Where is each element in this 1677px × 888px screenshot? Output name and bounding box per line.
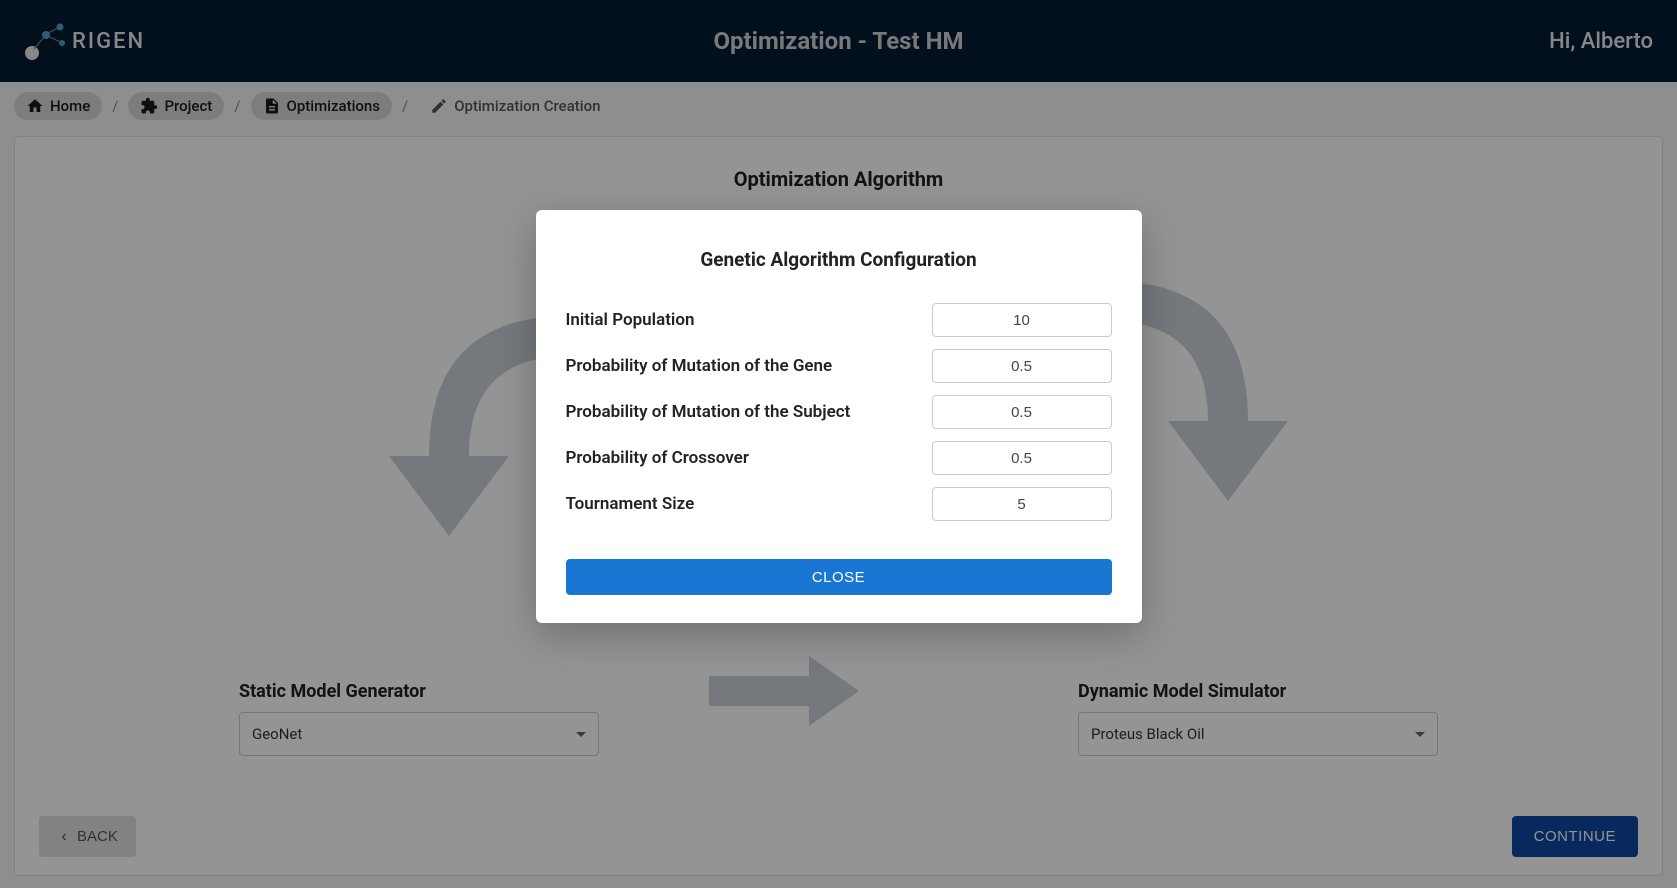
mutation-gene-input[interactable] xyxy=(932,349,1112,383)
field-mutation-gene: Probability of Mutation of the Gene xyxy=(566,349,1112,383)
field-label: Initial Population xyxy=(566,310,695,330)
modal-overlay[interactable]: Genetic Algorithm Configuration Initial … xyxy=(0,0,1677,888)
field-initial-population: Initial Population xyxy=(566,303,1112,337)
field-mutation-subject: Probability of Mutation of the Subject xyxy=(566,395,1112,429)
field-label: Tournament Size xyxy=(566,494,695,514)
field-label: Probability of Crossover xyxy=(566,448,749,468)
mutation-subject-input[interactable] xyxy=(932,395,1112,429)
close-label: CLOSE xyxy=(812,569,865,586)
crossover-input[interactable] xyxy=(932,441,1112,475)
tournament-size-input[interactable] xyxy=(932,487,1112,521)
initial-population-input[interactable] xyxy=(932,303,1112,337)
field-label: Probability of Mutation of the Gene xyxy=(566,356,833,376)
close-button[interactable]: CLOSE xyxy=(566,559,1112,595)
genetic-algorithm-modal: Genetic Algorithm Configuration Initial … xyxy=(536,210,1142,623)
field-tournament-size: Tournament Size xyxy=(566,487,1112,521)
field-label: Probability of Mutation of the Subject xyxy=(566,402,851,422)
field-crossover: Probability of Crossover xyxy=(566,441,1112,475)
modal-title: Genetic Algorithm Configuration xyxy=(566,248,1112,271)
